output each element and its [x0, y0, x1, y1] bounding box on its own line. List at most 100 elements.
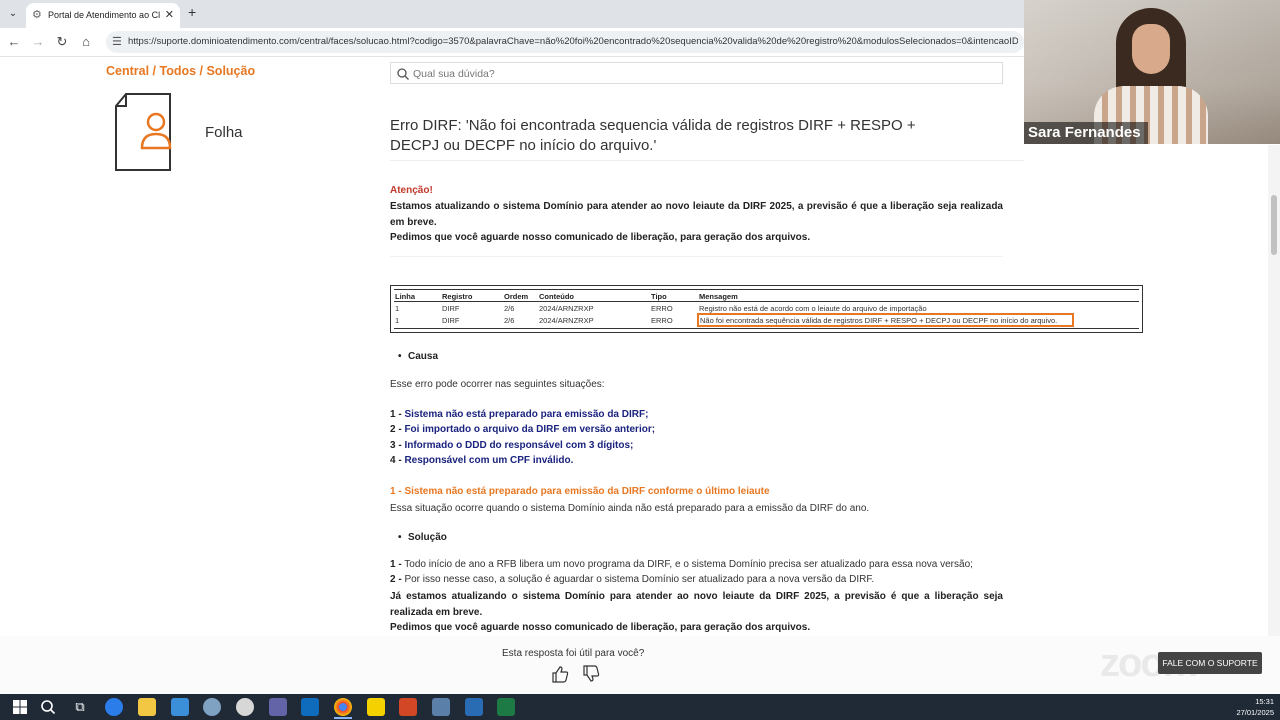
table-cell: ERRO — [651, 316, 673, 325]
table-cell: 2/6 — [504, 316, 515, 325]
table-header: Ordem — [504, 292, 529, 301]
chrome-icon[interactable] — [334, 698, 352, 716]
home-icon[interactable]: ⌂ — [78, 34, 94, 49]
page-scrollbar[interactable] — [1268, 145, 1280, 636]
solution-heading: Solução — [398, 532, 447, 543]
solution-item: 2 - Por isso nesse caso, a solução é agu… — [390, 574, 1030, 585]
url-text: https://suporte.dominioatendimento.com/c… — [128, 36, 1018, 47]
cause-link[interactable]: Informado o DDD do responsável com 3 díg… — [404, 440, 633, 451]
table-cell: 1 — [395, 304, 400, 313]
cause-number: 1 - — [390, 409, 402, 420]
app-icon[interactable] — [465, 698, 483, 716]
tab-title: Portal de Atendimento ao Clien — [48, 10, 160, 20]
table-header: Mensagem — [699, 292, 738, 301]
outlook-icon[interactable] — [301, 698, 319, 716]
cause-number: 4 - — [390, 455, 402, 466]
search-box — [390, 62, 1003, 84]
solution-text: Por isso nesse caso, a solução é aguarda… — [404, 574, 875, 585]
closing-text-2: Pedimos que você aguarde nosso comunicad… — [390, 622, 811, 633]
back-icon[interactable]: ← — [6, 34, 22, 49]
store-icon[interactable] — [171, 698, 189, 716]
table-rule — [394, 328, 1139, 329]
table-cell: DIRF — [442, 316, 460, 325]
table-cell: Registro não está de acordo com o leiaut… — [699, 304, 927, 313]
cause-link[interactable]: Foi importado o arquivo da DIRF em versã… — [404, 424, 655, 435]
contact-support-button[interactable]: FALE COM O SUPORTE — [1158, 652, 1262, 674]
tab-list-chevron-icon[interactable]: ⌄ — [4, 5, 22, 23]
breadcrumb[interactable]: Central / Todos / Solução — [106, 64, 255, 78]
system-clock[interactable]: 15:31 27/01/2025 — [1236, 696, 1274, 718]
cause-link[interactable]: Sistema não está preparado para emissão … — [404, 409, 648, 420]
closing-text: Já estamos atualizando o sistema Domínio… — [390, 591, 1003, 618]
thumbs-up-icon[interactable] — [550, 664, 570, 684]
new-tab-icon[interactable]: + — [188, 4, 196, 20]
excel-icon[interactable] — [497, 698, 515, 716]
cause-link[interactable]: Responsável com um CPF inválido. — [404, 455, 573, 466]
table-cell: 2024/ARNZRXP — [539, 316, 594, 325]
page-title: Erro DIRF: 'Não foi encontrada sequencia… — [390, 117, 916, 154]
table-header: Linha — [395, 292, 415, 301]
table-header: Tipo — [651, 292, 667, 301]
file-explorer-icon[interactable] — [138, 698, 156, 716]
table-header: Registro — [442, 292, 473, 301]
divider — [390, 160, 1024, 161]
participant-name: Sara Fernandes — [1024, 122, 1148, 144]
windows-taskbar: ⧉ 15:31 27/01/2025 — [0, 694, 1280, 720]
table-header: Conteúdo — [539, 292, 574, 301]
edge-icon[interactable] — [105, 698, 123, 716]
table-cell: 2024/ARNZRXP — [539, 304, 594, 313]
site-info-icon[interactable]: ☰ — [112, 35, 122, 48]
attention-text: Estamos atualizando o sistema Domínio pa… — [390, 201, 1003, 228]
thumbs-down-icon[interactable] — [581, 664, 601, 684]
feedback-question: Esta resposta foi útil para você? — [502, 648, 645, 659]
powerpoint-icon[interactable] — [399, 698, 417, 716]
category-title: Folha — [205, 124, 243, 141]
close-tab-icon[interactable]: ✕ — [165, 8, 174, 21]
attention-label: Atenção! — [390, 185, 433, 196]
solution-item: 1 - Todo início de ano a RFB libera um n… — [390, 559, 1030, 570]
app-icon[interactable] — [236, 698, 254, 716]
table-rule — [394, 301, 1139, 302]
reload-icon[interactable]: ↻ — [54, 34, 70, 50]
app-icon[interactable] — [203, 698, 221, 716]
error-table: Linha Registro Ordem Conteúdo Tipo Mensa… — [390, 285, 1143, 333]
active-indicator — [334, 717, 352, 719]
address-bar[interactable]: ☰ https://suporte.dominioatendimento.com… — [106, 31, 1024, 53]
document-user-icon — [115, 93, 172, 171]
app-icon[interactable] — [432, 698, 450, 716]
cause-item[interactable]: 1 - Sistema não está preparado para emis… — [390, 409, 648, 420]
solution-number: 1 - — [390, 559, 402, 570]
search-icon — [397, 68, 409, 80]
section-heading: 1 - Sistema não está preparado para emis… — [390, 486, 770, 497]
windows-start-icon[interactable] — [11, 698, 29, 716]
forward-icon[interactable]: → — [30, 34, 46, 49]
cause-intro: Esse erro pode ocorrer nas seguintes sit… — [390, 379, 605, 390]
error-highlight-box — [697, 313, 1074, 327]
search-input[interactable] — [413, 66, 993, 81]
attention-text-2: Pedimos que você aguarde nosso comunicad… — [390, 232, 811, 243]
section-text: Essa situação ocorre quando o sistema Do… — [390, 503, 870, 514]
clock-date: 27/01/2025 — [1236, 708, 1274, 717]
browser-tabbar: ⌄ ⚙ Portal de Atendimento ao Clien ✕ + — [0, 0, 1024, 28]
table-cell: ERRO — [651, 304, 673, 313]
gear-favicon-icon: ⚙ — [32, 9, 42, 21]
search-icon[interactable] — [39, 698, 57, 716]
task-view-icon[interactable]: ⧉ — [71, 698, 89, 716]
solution-number: 2 - — [390, 574, 402, 585]
table-cell: DIRF — [442, 304, 460, 313]
divider — [390, 256, 1003, 257]
screen: ⌄ ⚙ Portal de Atendimento ao Clien ✕ + ←… — [0, 0, 1280, 720]
feedback-bar — [0, 636, 1280, 694]
scrollbar-thumb[interactable] — [1271, 195, 1277, 255]
cause-item[interactable]: 4 - Responsável com um CPF inválido. — [390, 455, 573, 466]
cause-number: 2 - — [390, 424, 402, 435]
cause-item[interactable]: 2 - Foi importado o arquivo da DIRF em v… — [390, 424, 655, 435]
sticky-notes-icon[interactable] — [367, 698, 385, 716]
browser-tab[interactable]: ⚙ Portal de Atendimento ao Clien ✕ — [26, 3, 180, 28]
teams-icon[interactable] — [269, 698, 287, 716]
cause-item[interactable]: 3 - Informado o DDD do responsável com 3… — [390, 440, 633, 451]
table-rule — [394, 289, 1139, 290]
cause-heading: Causa — [398, 351, 438, 362]
solution-text: Todo início de ano a RFB libera um novo … — [404, 559, 973, 570]
clock-time: 15:31 — [1255, 697, 1274, 706]
